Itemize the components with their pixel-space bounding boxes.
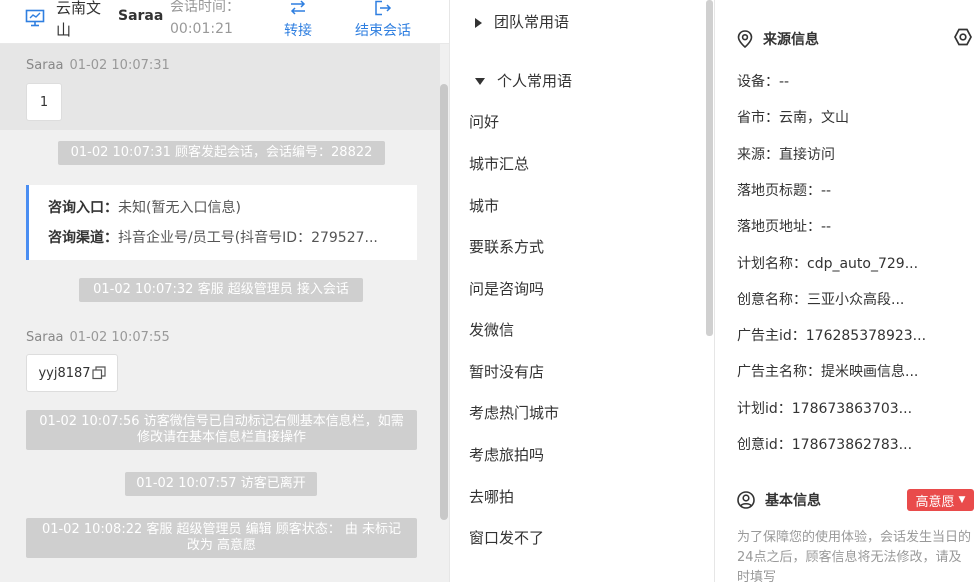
end-session-label: 结束会话 bbox=[355, 23, 411, 39]
system-message: 01-02 10:08:22 客服 超级管理员 编辑 顾客状态： 由 未标记 改… bbox=[26, 518, 417, 558]
system-message: 01-02 10:07:32 客服 超级管理员 接入会话 bbox=[79, 278, 363, 302]
message-meta: Saraa 01-02 10:07:55 bbox=[26, 330, 170, 345]
system-message: 01-02 10:07:56 访客微信号已自动标记右侧基本信息栏，如需修改请在基… bbox=[26, 410, 417, 450]
session-time-value: 00:01:21 bbox=[170, 21, 233, 37]
source-info-row: 创意id：178673862783... bbox=[737, 437, 913, 453]
message-meta: Saraa 01-02 10:07:31 bbox=[26, 58, 170, 73]
copy-icon[interactable] bbox=[91, 366, 106, 380]
source-info-row: 来源：直接访问 bbox=[737, 146, 835, 163]
end-session-button[interactable]: 结束会话 bbox=[348, 0, 418, 44]
source-info-row: 落地页标题：-- bbox=[737, 182, 832, 199]
message-time: 01-02 10:07:31 bbox=[69, 58, 170, 73]
channel-row: 咨询渠道：抖音企业号/员工号(抖音号ID：279527... bbox=[48, 227, 408, 257]
caret-right-icon bbox=[475, 17, 482, 28]
message-sender: Saraa bbox=[26, 58, 64, 73]
transfer-icon bbox=[290, 0, 306, 15]
agent-name: Saraa bbox=[118, 8, 164, 24]
chat-message-list[interactable]: Saraa 01-02 10:07:31 1 01-02 10:07:31 顾客发… bbox=[0, 44, 440, 582]
visitor-location-name: 云南文山 bbox=[56, 0, 102, 39]
phrase-item[interactable]: 窗口发不了 bbox=[469, 527, 544, 548]
phrases-panel: 团队常用语 个人常用语 问好城市汇总城市要联系方式问是咨询吗发微信暂时没有店考虑… bbox=[451, 0, 713, 582]
source-info-row: 广告主名称：提米映画信息... bbox=[737, 364, 919, 381]
phrase-item[interactable]: 去哪拍 bbox=[469, 486, 514, 507]
transfer-label: 转接 bbox=[284, 23, 312, 39]
basic-info-title: 基本信息 bbox=[737, 490, 821, 510]
phrase-item[interactable]: 城市汇总 bbox=[469, 153, 529, 174]
phrase-item[interactable]: 问是咨询吗 bbox=[469, 278, 544, 299]
caret-down-icon bbox=[475, 78, 485, 85]
phrase-item[interactable]: 问好 bbox=[469, 111, 499, 132]
phrase-item[interactable]: 要联系方式 bbox=[469, 236, 544, 257]
edit-deadline-note: 为了保障您的使用体验，会话发生当日的24点之后，顾客信息将无法修改，请及时填写 bbox=[737, 530, 972, 582]
session-time-label: 会话时间： bbox=[170, 0, 240, 15]
consult-entry-card: 咨询入口：未知(暂无入口信息) 咨询渠道：抖音企业号/员工号(抖音号ID：279… bbox=[26, 185, 417, 260]
monitor-icon bbox=[25, 9, 45, 27]
message-time: 01-02 10:07:55 bbox=[69, 330, 170, 345]
intent-status-label: 高意愿 bbox=[915, 494, 955, 510]
message-item: Saraa 01-02 10:07:31 1 bbox=[0, 44, 440, 130]
source-info-row: 省市：云南，文山 bbox=[737, 110, 849, 127]
system-message: 01-02 10:07:57 访客已离开 bbox=[125, 472, 317, 496]
source-info-row: 计划id：178673863703... bbox=[737, 400, 913, 417]
team-phrases-label: 团队常用语 bbox=[494, 13, 570, 31]
personal-phrases-label: 个人常用语 bbox=[497, 72, 573, 90]
settings-icon[interactable] bbox=[953, 27, 973, 47]
intent-status-dropdown[interactable]: 高意愿 ▼ bbox=[907, 489, 974, 511]
personal-phrases-group[interactable]: 个人常用语 bbox=[475, 70, 572, 91]
message-bubble: 1 bbox=[26, 83, 62, 121]
entry-value: 未知(暂无入口信息) bbox=[118, 200, 241, 216]
chat-panel: 云南文山 Saraa 会话时间： 00:01:21 转接 结束会话 Saraa 0… bbox=[0, 0, 450, 582]
transfer-button[interactable]: 转接 bbox=[280, 0, 316, 44]
message-text: yyj8187 bbox=[38, 365, 91, 381]
channel-value: 抖音企业号/员工号(抖音号ID：279527... bbox=[118, 230, 378, 246]
source-info-title: 来源信息 bbox=[737, 29, 819, 49]
source-info-row: 计划名称：cdp_auto_729... bbox=[737, 255, 919, 272]
user-icon bbox=[737, 491, 755, 509]
team-phrases-group[interactable]: 团队常用语 bbox=[475, 11, 569, 32]
system-message: 01-02 10:07:31 顾客发起会话，会话编号：28822 bbox=[58, 141, 385, 165]
chat-header: 云南文山 Saraa 会话时间： 00:01:21 转接 结束会话 bbox=[0, 0, 449, 44]
phrase-item[interactable]: 发微信 bbox=[469, 319, 514, 340]
phrases-scrollbar[interactable] bbox=[706, 0, 713, 336]
basic-info-label: 基本信息 bbox=[765, 493, 821, 509]
info-panel: 来源信息 设备：-- 省市：云南，文山 来源：直接访问 落地页标题：-- 落地页地址：-… bbox=[714, 0, 978, 582]
source-info-row: 广告主id：176285378923... bbox=[737, 328, 927, 345]
chat-scrollbar[interactable] bbox=[440, 84, 448, 520]
phrase-item[interactable]: 城市 bbox=[469, 195, 499, 216]
source-info-row: 设备：-- bbox=[737, 74, 790, 90]
source-info-row: 落地页地址：-- bbox=[737, 219, 832, 236]
entry-row: 咨询入口：未知(暂无入口信息) bbox=[48, 197, 408, 227]
location-pin-icon bbox=[737, 30, 753, 48]
caret-down-icon: ▼ bbox=[958, 495, 966, 505]
message-sender: Saraa bbox=[26, 330, 64, 345]
exit-icon bbox=[375, 0, 392, 16]
source-info-label: 来源信息 bbox=[763, 32, 819, 48]
message-bubble: yyj8187 bbox=[26, 354, 118, 392]
source-info-row: 创意名称：三亚小众高段... bbox=[737, 291, 905, 308]
phrase-item[interactable]: 考虑热门城市 bbox=[469, 402, 559, 423]
phrase-item[interactable]: 考虑旅拍吗 bbox=[469, 444, 544, 465]
channel-key: 咨询渠道： bbox=[48, 230, 118, 246]
entry-key: 咨询入口： bbox=[48, 200, 118, 216]
phrase-item[interactable]: 暂时没有店 bbox=[469, 361, 544, 382]
